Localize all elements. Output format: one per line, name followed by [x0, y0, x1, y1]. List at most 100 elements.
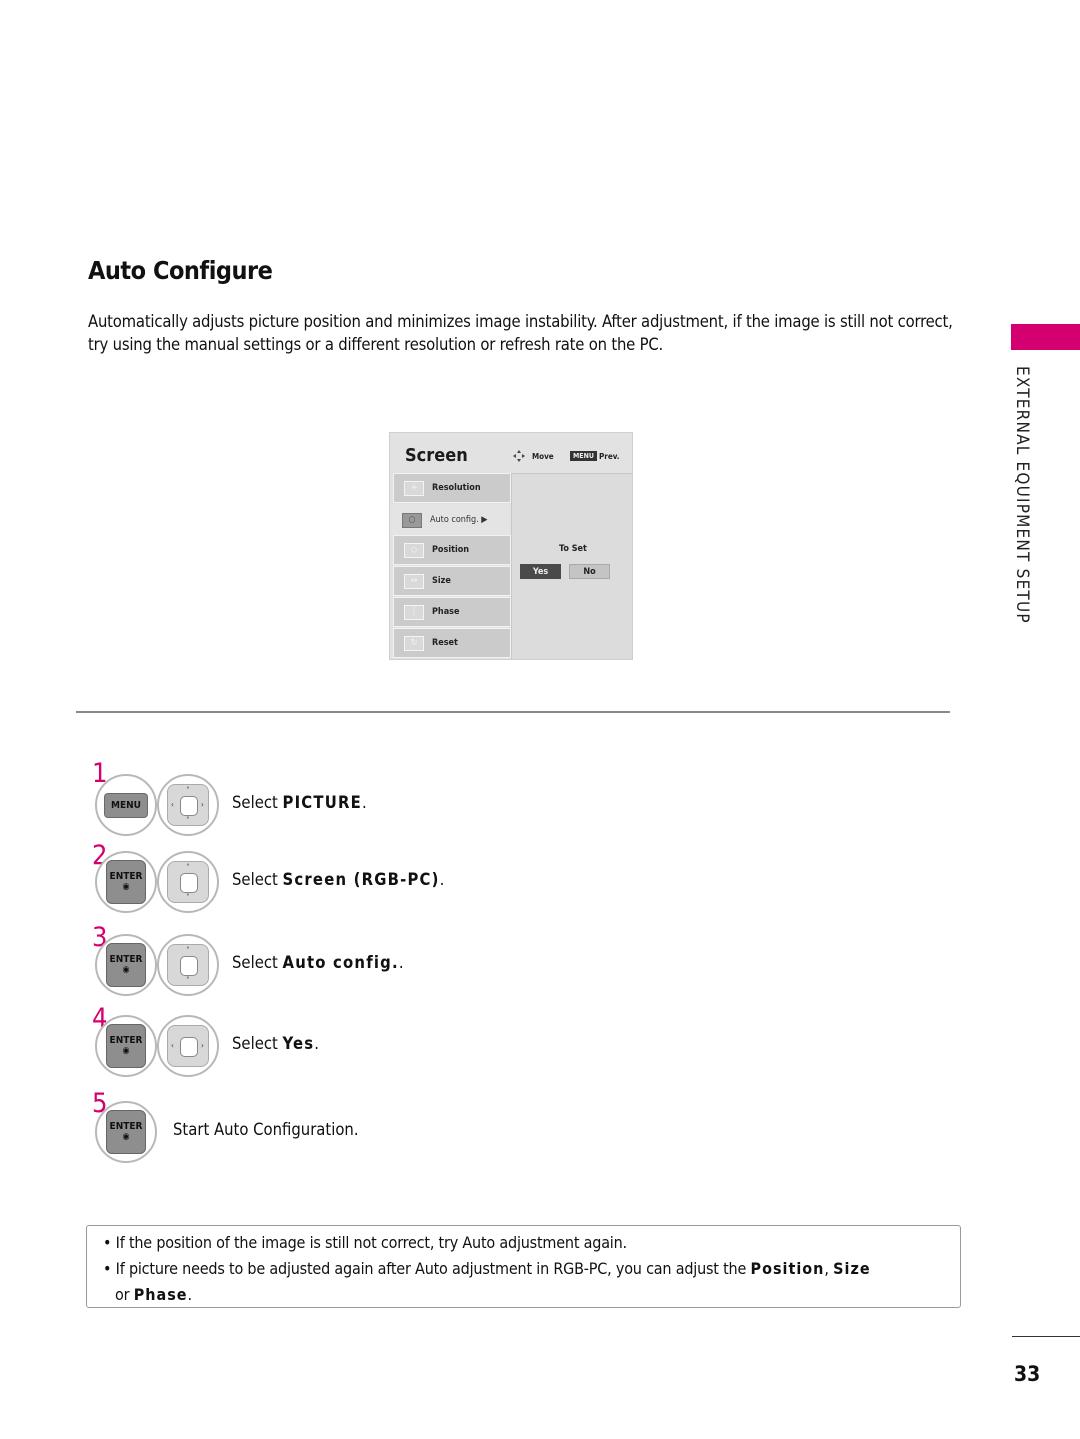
footer-rule	[1012, 1336, 1080, 1337]
step-text: Select	[232, 953, 283, 972]
navigation-key-left-right[interactable]: ‹ ›	[167, 1025, 209, 1067]
enter-key-label: ENTER	[109, 1121, 143, 1132]
step-text: .	[314, 1034, 319, 1053]
arrow-left-icon: ‹	[171, 1041, 174, 1050]
intro-paragraph: Automatically adjusts picture position a…	[88, 312, 953, 354]
osd-menu-item-label: Auto config. ▶	[430, 515, 488, 525]
position-icon: ◇	[404, 542, 424, 558]
osd-menu-item-label: Size	[432, 576, 451, 586]
osd-menu-item[interactable]: ○ Auto config. ▶	[391, 505, 509, 535]
step-text: Select	[232, 1034, 283, 1053]
enter-dot-icon: ◉	[122, 965, 130, 975]
arrow-left-icon: ‹	[171, 800, 174, 809]
remote-key-circle: ENTER ◉	[95, 934, 157, 996]
note-emphasis: Phase	[133, 1285, 188, 1304]
step-text: Start Auto Configuration.	[173, 1120, 359, 1139]
enter-key-label: ENTER	[109, 871, 143, 882]
step-emphasis: PICTURE	[282, 793, 362, 812]
step-emphasis: Yes	[282, 1034, 315, 1053]
osd-screen-menu: Screen Move MENU Prev. + Resolution ○ Auto …	[389, 432, 633, 660]
page-title: Auto Configure	[88, 256, 273, 285]
arrow-right-icon: ›	[201, 800, 204, 809]
menu-key[interactable]: MENU	[104, 792, 148, 818]
remote-nav-circle: ˄ ˅	[157, 851, 219, 913]
osd-title: Screen	[405, 445, 468, 466]
arrow-down-icon: ˅	[186, 816, 190, 825]
step-instruction: Start Auto Configuration.	[173, 1120, 359, 1139]
arrow-right-icon: ›	[201, 1041, 204, 1050]
note-emphasis: Position	[750, 1259, 825, 1278]
note-emphasis: Size	[833, 1259, 871, 1278]
step-text: Select	[232, 870, 283, 889]
navigation-key-up-down[interactable]: ˄ ˅	[167, 944, 209, 986]
phase-icon: ┆	[404, 604, 424, 620]
arrow-down-icon: ˅	[186, 893, 190, 902]
osd-menu-item-label: Reset	[432, 638, 458, 648]
osd-menu-item-label: Position	[432, 545, 470, 555]
step-text: .	[439, 870, 445, 889]
remote-key-circle: ENTER ◉	[95, 1101, 157, 1163]
osd-menu-item[interactable]: ◇ Position	[393, 535, 511, 565]
osd-menu-item-label: Resolution	[432, 483, 481, 493]
nav-center	[180, 956, 198, 976]
osd-menu-item[interactable]: ↔ Size	[393, 566, 511, 596]
osd-hint-move: Move	[532, 452, 554, 461]
resolution-icon: +	[404, 480, 424, 496]
remote-nav-circle: ˄ ˅ ‹ ›	[157, 774, 219, 836]
step-instruction: Select Auto config..	[232, 953, 404, 972]
note-text: .	[187, 1285, 193, 1304]
section-divider	[76, 711, 950, 713]
note-item-continued: or Phase.	[103, 1282, 960, 1308]
navigation-key-four-way[interactable]: ˄ ˅ ‹ ›	[167, 784, 209, 826]
step-text: .	[361, 793, 367, 812]
arrow-up-icon: ˄	[186, 786, 190, 795]
step-instruction: Select Yes.	[232, 1034, 319, 1053]
page-number: 33	[1014, 1362, 1041, 1386]
enter-dot-icon: ◉	[122, 882, 130, 892]
note-text: or	[115, 1285, 134, 1304]
step-emphasis: Auto config.	[282, 953, 399, 972]
arrow-up-icon: ˄	[186, 946, 190, 955]
arrow-down-icon: ˅	[186, 976, 190, 985]
step-emphasis: Screen (RGB-PC)	[282, 870, 440, 889]
osd-menu-item[interactable]: ↻ Reset	[393, 628, 511, 658]
osd-menu-item[interactable]: + Resolution	[393, 473, 511, 503]
section-label: EXTERNAL EQUIPMENT SETUP	[1012, 366, 1032, 624]
section-tab-marker	[1011, 324, 1080, 350]
note-item: • If picture needs to be adjusted again …	[103, 1256, 960, 1282]
osd-no-button[interactable]: No	[569, 564, 610, 579]
step-text: .	[398, 953, 404, 972]
remote-key-circle: MENU	[95, 774, 157, 836]
remote-key-circle: ENTER ◉	[95, 1015, 157, 1077]
remote-key-circle: ENTER ◉	[95, 851, 157, 913]
reset-icon: ↻	[404, 635, 424, 651]
enter-key[interactable]: ENTER ◉	[106, 943, 146, 987]
nav-center	[180, 1037, 198, 1057]
enter-dot-icon: ◉	[122, 1046, 130, 1056]
remote-nav-circle: ˄ ˅	[157, 934, 219, 996]
enter-key-label: ENTER	[109, 954, 143, 965]
step-text: Select	[232, 793, 283, 812]
osd-to-set-label: To Set	[559, 544, 587, 554]
enter-key[interactable]: ENTER ◉	[106, 860, 146, 904]
osd-yes-button[interactable]: Yes	[520, 564, 561, 579]
navigation-key-up-down[interactable]: ˄ ˅	[167, 861, 209, 903]
arrow-up-icon: ˄	[186, 863, 190, 872]
enter-key[interactable]: ENTER ◉	[106, 1024, 146, 1068]
size-icon: ↔	[404, 573, 424, 589]
step-instruction: Select PICTURE.	[232, 793, 367, 812]
auto-config-icon: ○	[402, 512, 422, 528]
step-instruction: Select Screen (RGB-PC).	[232, 870, 444, 889]
enter-key[interactable]: ENTER ◉	[106, 1110, 146, 1154]
remote-nav-circle: ‹ ›	[157, 1015, 219, 1077]
nav-center	[180, 873, 198, 893]
note-box: • If the position of the image is still …	[86, 1225, 961, 1308]
note-item: • If the position of the image is still …	[103, 1233, 627, 1252]
osd-menu-item[interactable]: ┆ Phase	[393, 597, 511, 627]
enter-key-label: ENTER	[109, 1035, 143, 1046]
osd-hint-prev: Prev.	[599, 452, 620, 461]
nav-center	[180, 796, 198, 816]
osd-menu-key: MENU	[570, 451, 597, 461]
enter-dot-icon: ◉	[122, 1132, 130, 1142]
note-text: ,	[824, 1259, 834, 1278]
